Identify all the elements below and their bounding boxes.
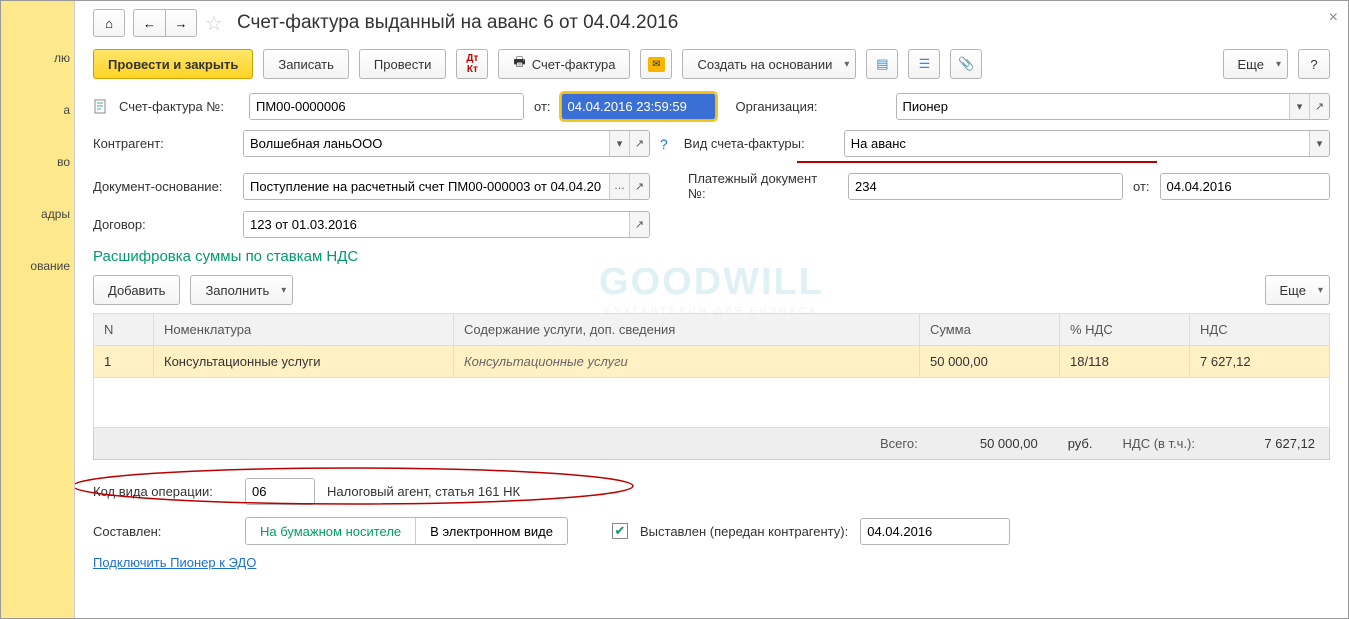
ot-label: от: [534, 99, 551, 114]
attach-button[interactable]: 📎 [950, 49, 982, 79]
dots-icon[interactable]: … [609, 174, 629, 199]
pay-label: Платежный документ №: [688, 171, 838, 201]
page-title: Счет-фактура выданный на аванс 6 от 04.0… [237, 12, 678, 34]
pay-date-field[interactable]: ▦ [1160, 173, 1330, 200]
col-vat[interactable]: % НДС [1060, 314, 1190, 346]
paper-toggle[interactable]: На бумажном носителе [246, 518, 416, 544]
sf-no-label: Счет-фактура №: [119, 99, 239, 114]
col-sum[interactable]: Сумма [920, 314, 1060, 346]
col-desc[interactable]: Содержание услуги, доп. сведения [454, 314, 920, 346]
org-label: Организация: [736, 99, 886, 114]
email-button[interactable]: ✉ [640, 49, 672, 79]
nds-value: 7 627,12 [1225, 436, 1315, 451]
save-button[interactable]: Записать [263, 49, 349, 79]
envelope-icon: ✉ [648, 57, 664, 72]
chevron-down-icon[interactable]: ▾ [1289, 94, 1309, 119]
edo-link[interactable]: Подключить Пионер к ЭДО [93, 555, 256, 570]
dkt-icon: ДтКт [466, 53, 478, 75]
chevron-down-icon[interactable]: ▾ [609, 131, 629, 156]
home-icon: ⌂ [105, 16, 113, 31]
list-icon: ☰ [919, 56, 931, 72]
contract-label: Договор: [93, 217, 233, 232]
col-nomenclature[interactable]: Номенклатура [154, 314, 454, 346]
total-label: Всего: [880, 436, 918, 451]
pay-no-field[interactable] [848, 173, 1123, 200]
compose-toggle: На бумажном носителе В электронном виде [245, 517, 568, 545]
left-rail: лю а во адры ование [1, 1, 75, 618]
date-field[interactable]: ▦ [561, 93, 716, 120]
opcode-label: Код вида операции: [93, 484, 233, 499]
contract-field[interactable]: ↗ [243, 211, 650, 238]
sub-toolbar: Добавить Заполнить Еще [93, 275, 1330, 305]
help-button[interactable]: ? [1298, 49, 1330, 79]
table-row[interactable]: 1 Консультационные услуги Консультационн… [94, 346, 1330, 378]
dr-cr-button[interactable]: ДтКт [456, 49, 488, 79]
rail-item[interactable]: адры [41, 207, 70, 221]
favorite-star-icon[interactable]: ☆ [205, 11, 223, 36]
table-more-button[interactable]: Еще [1265, 275, 1330, 305]
red-underline-icon [797, 161, 1157, 163]
opcode-field[interactable]: … [245, 478, 315, 505]
forward-button[interactable]: → [165, 9, 197, 37]
basis-field[interactable]: … ↗ [243, 173, 650, 200]
contragent-field[interactable]: ▾ ↗ [243, 130, 650, 157]
col-n[interactable]: N [94, 314, 154, 346]
print-invoice-button[interactable]: 🖶Счет-фактура [498, 49, 630, 79]
vat-table: N Номенклатура Содержание услуги, доп. с… [93, 313, 1330, 428]
document-icon [93, 99, 109, 115]
files-button[interactable]: ☰ [908, 49, 940, 79]
check-icon: ✔ [615, 523, 626, 539]
pay-ot-label: от: [1133, 179, 1150, 194]
chevron-down-icon[interactable]: ▾ [1309, 131, 1329, 156]
report-icon: ▤ [876, 56, 888, 72]
paperclip-icon: 📎 [958, 56, 974, 72]
question-icon: ? [1310, 57, 1317, 72]
arrow-left-icon: ← [143, 16, 156, 31]
add-button[interactable]: Добавить [93, 275, 180, 305]
col-nds[interactable]: НДС [1190, 314, 1330, 346]
main-toolbar: Провести и закрыть Записать Провести ДтК… [93, 49, 1330, 79]
open-icon[interactable]: ↗ [629, 212, 649, 237]
electronic-toggle[interactable]: В электронном виде [416, 518, 567, 544]
contragent-label: Контрагент: [93, 136, 233, 151]
open-icon[interactable]: ↗ [629, 174, 649, 199]
open-icon[interactable]: ↗ [629, 131, 649, 156]
rail-item[interactable]: а [63, 103, 70, 117]
report-button[interactable]: ▤ [866, 49, 898, 79]
arrow-right-icon: → [175, 16, 188, 31]
sf-no-field[interactable] [249, 93, 524, 120]
currency-label: руб. [1068, 436, 1093, 451]
back-button[interactable]: ← [133, 9, 165, 37]
issued-label: Выставлен (передан контрагенту): [640, 524, 848, 539]
post-and-close-button[interactable]: Провести и закрыть [93, 49, 253, 79]
section-title: Расшифровка суммы по ставкам НДС [93, 248, 1330, 265]
rail-item[interactable]: ование [30, 259, 70, 273]
contragent-help-link[interactable]: ? [660, 136, 668, 152]
opcode-desc: Налоговый агент, статья 161 НК [327, 484, 520, 499]
basis-label: Документ-основание: [93, 179, 233, 194]
compose-label: Составлен: [93, 524, 233, 539]
close-icon[interactable]: × [1329, 9, 1338, 27]
home-button[interactable]: ⌂ [93, 9, 125, 37]
more-button[interactable]: Еще [1223, 49, 1288, 79]
type-label: Вид счета-фактуры: [684, 136, 834, 151]
rail-item[interactable]: лю [54, 51, 70, 65]
type-field[interactable]: ▾ [844, 130, 1330, 157]
printer-icon: 🖶 [513, 53, 525, 75]
issued-checkbox[interactable]: ✔ [612, 523, 628, 539]
create-based-button[interactable]: Создать на основании [682, 49, 856, 79]
rail-item[interactable]: во [57, 155, 70, 169]
topbar: ⌂ ← → ☆ Счет-фактура выданный на аванс 6… [93, 9, 1330, 37]
nds-label: НДС (в т.ч.): [1123, 436, 1196, 451]
totals-bar: Всего: 50 000,00 руб. НДС (в т.ч.): 7 62… [93, 428, 1330, 460]
issued-date-field[interactable]: ▦ [860, 518, 1010, 545]
post-button[interactable]: Провести [359, 49, 447, 79]
fill-button[interactable]: Заполнить [190, 275, 293, 305]
open-icon[interactable]: ↗ [1309, 94, 1329, 119]
org-field[interactable]: ▾ ↗ [896, 93, 1330, 120]
total-value: 50 000,00 [948, 436, 1038, 451]
